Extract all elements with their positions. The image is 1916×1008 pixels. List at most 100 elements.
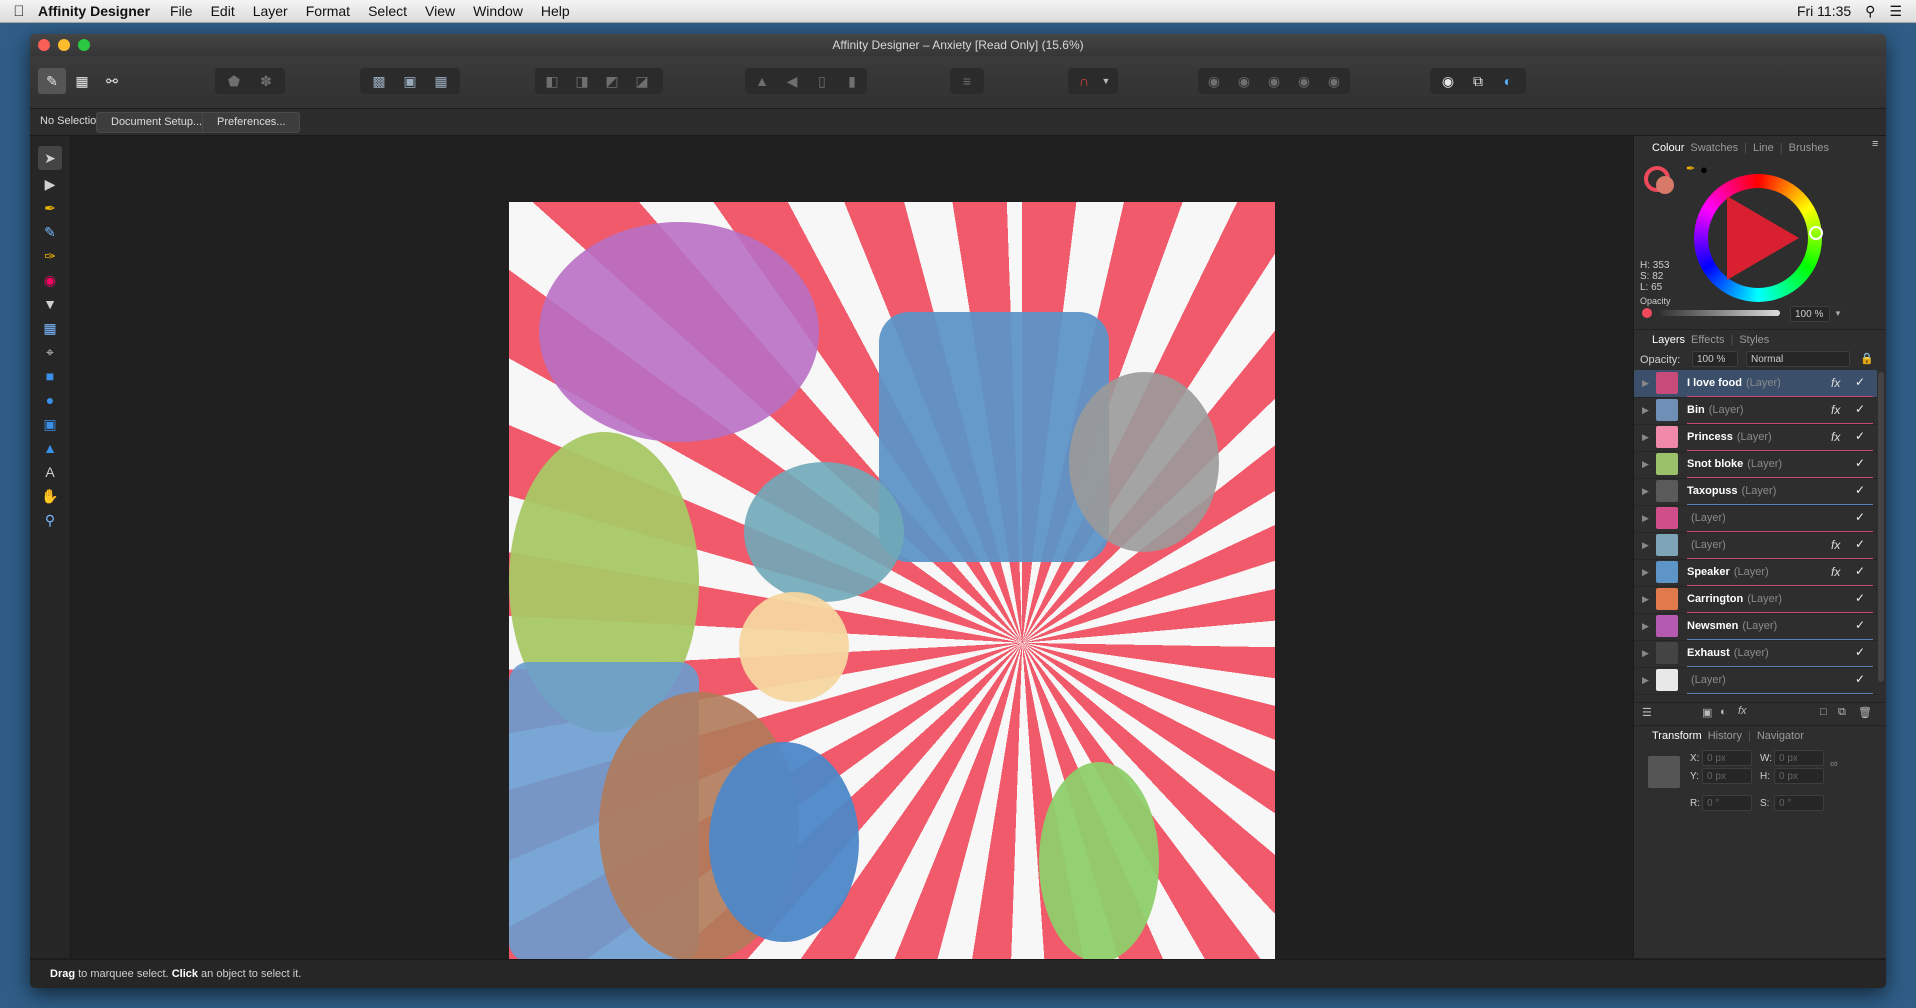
node-tool-icon[interactable]: ▶	[38, 172, 62, 196]
expand-layer-icon[interactable]: ▶	[1642, 675, 1649, 686]
tab-brushes[interactable]: Brushes	[1789, 142, 1829, 154]
delete-layer-icon[interactable]: 🗑	[1858, 706, 1872, 719]
triangle-tool-icon[interactable]: ▲	[38, 436, 62, 460]
layer-fx-icon[interactable]: fx	[1831, 403, 1840, 417]
expand-layer-icon[interactable]: ▶	[1642, 486, 1649, 497]
tab-transform[interactable]: Transform	[1652, 730, 1702, 742]
opacity-slider[interactable]	[1660, 310, 1780, 316]
context-icon[interactable]: ◐	[1494, 68, 1522, 94]
rounded-rectangle-tool-icon[interactable]: ▣	[38, 412, 62, 436]
layer-visibility-checkbox[interactable]: ✓	[1855, 591, 1865, 605]
send-to-back-icon[interactable]: ◧	[538, 68, 566, 94]
w-field[interactable]: 0 px	[1774, 750, 1824, 766]
layer-visibility-checkbox[interactable]: ✓	[1855, 618, 1865, 632]
divide-icon[interactable]: ◉	[1320, 68, 1348, 94]
tab-colour[interactable]: Colour	[1652, 142, 1684, 154]
menu-file[interactable]: File	[170, 3, 193, 19]
expand-layer-icon[interactable]: ▶	[1642, 432, 1649, 443]
expand-layer-icon[interactable]: ▶	[1642, 594, 1649, 605]
layer-row[interactable]: ▶ (Layer) ✓	[1634, 505, 1877, 533]
assistant-icon[interactable]: ✽	[252, 68, 280, 94]
menu-window[interactable]: Window	[473, 3, 523, 19]
align-icon[interactable]: ≡	[953, 68, 981, 94]
pencil-tool-icon[interactable]: ✎	[38, 220, 62, 244]
subtract-icon[interactable]: ◉	[1230, 68, 1258, 94]
layer-row[interactable]: ▶ Exhaust (Layer) ✓	[1634, 640, 1877, 668]
menu-select[interactable]: Select	[368, 3, 407, 19]
rotate-left-icon[interactable]: ▯	[808, 68, 836, 94]
layer-fx-icon[interactable]: fx	[1831, 376, 1840, 390]
y-field[interactable]: 0 px	[1702, 768, 1752, 784]
layer-fx-icon[interactable]: fx	[1831, 565, 1840, 579]
app-menu[interactable]: Affinity Designer	[38, 3, 150, 19]
layer-visibility-checkbox[interactable]: ✓	[1855, 564, 1865, 578]
layer-row[interactable]: ▶ Speaker (Layer) fx ✓	[1634, 559, 1877, 587]
place-image-icon[interactable]: ▦	[38, 316, 62, 340]
artboard-illustration[interactable]	[509, 202, 1275, 962]
hand-tool-icon[interactable]: ✋	[38, 484, 62, 508]
layer-row[interactable]: ▶ Princess (Layer) fx ✓	[1634, 424, 1877, 452]
copy-icon[interactable]: ⧉	[1464, 68, 1492, 94]
spotlight-icon[interactable]: ⚲	[1865, 3, 1875, 20]
layer-visibility-checkbox[interactable]: ✓	[1855, 483, 1865, 497]
layer-row[interactable]: ▶ Bin (Layer) fx ✓	[1634, 397, 1877, 425]
layer-visibility-checkbox[interactable]: ✓	[1855, 429, 1865, 443]
tab-line[interactable]: Line	[1753, 142, 1774, 154]
lock-icon[interactable]: 🔒	[1860, 352, 1874, 365]
layer-row[interactable]: ▶ I love food (Layer) fx ✓	[1634, 370, 1877, 398]
layers-stack-icon[interactable]: ☰	[1642, 706, 1652, 719]
layer-row[interactable]: ▶ Newsmen (Layer) ✓	[1634, 613, 1877, 641]
ellipse-tool-icon[interactable]: ●	[38, 388, 62, 412]
tab-swatches[interactable]: Swatches	[1690, 142, 1738, 154]
layer-opacity-field[interactable]: 100 %	[1692, 351, 1738, 367]
tab-layers[interactable]: Layers	[1652, 334, 1685, 346]
mask-icon[interactable]: ▣	[1702, 706, 1712, 719]
expand-layer-icon[interactable]: ▶	[1642, 621, 1649, 632]
layer-row[interactable]: ▶ (Layer) ✓	[1634, 667, 1877, 695]
expand-layer-icon[interactable]: ▶	[1642, 378, 1649, 389]
shear-field[interactable]: 0 °	[1774, 795, 1824, 811]
text-tool-icon[interactable]: A	[38, 460, 62, 484]
apple-icon[interactable]: 	[0, 3, 38, 20]
menu-edit[interactable]: Edit	[211, 3, 235, 19]
fx-icon[interactable]: fx	[1738, 705, 1747, 717]
snapping-dropdown-icon[interactable]: ▼	[1092, 68, 1120, 94]
crop-tool-icon[interactable]: ⌖	[38, 340, 62, 364]
layer-visibility-checkbox[interactable]: ✓	[1855, 537, 1865, 551]
select-same-icon[interactable]: ▦	[427, 68, 455, 94]
expand-layer-icon[interactable]: ▶	[1642, 405, 1649, 416]
x-field[interactable]: 0 px	[1702, 750, 1752, 766]
rectangle-tool-icon[interactable]: ■	[38, 364, 62, 388]
menu-view[interactable]: View	[425, 3, 455, 19]
opacity-dropdown-icon[interactable]: ▼	[1834, 309, 1842, 318]
h-field[interactable]: 0 px	[1774, 768, 1824, 784]
transparency-tool-icon[interactable]: ▼	[38, 292, 62, 316]
menu-help[interactable]: Help	[541, 3, 570, 19]
flip-horizontal-icon[interactable]: ▲	[748, 68, 776, 94]
black-swatch-icon[interactable]: ●	[1700, 162, 1708, 177]
xor-icon[interactable]: ◉	[1290, 68, 1318, 94]
layer-row[interactable]: ▶ Taxopuss (Layer) ✓	[1634, 478, 1877, 506]
brush-tool-icon[interactable]: ✑	[38, 244, 62, 268]
layer-row[interactable]: ▶ Carrington (Layer) ✓	[1634, 586, 1877, 614]
expand-layer-icon[interactable]: ▶	[1642, 648, 1649, 659]
tab-effects[interactable]: Effects	[1691, 334, 1724, 346]
flip-vertical-icon[interactable]: ◀	[778, 68, 806, 94]
pixel-persona-icon[interactable]: ▦	[68, 68, 96, 94]
anchor-selector[interactable]	[1648, 756, 1680, 788]
colour-wheel[interactable]	[1694, 174, 1823, 302]
zoom-window-button[interactable]	[78, 39, 90, 51]
designer-persona-icon[interactable]: ✎	[38, 68, 66, 94]
hue-handle[interactable]	[1809, 226, 1823, 240]
add-layer-icon[interactable]: □	[1820, 706, 1827, 718]
tab-history[interactable]: History	[1708, 730, 1742, 742]
fill-tool-icon[interactable]: ◉	[38, 268, 62, 292]
clock[interactable]: Fri 11:35	[1797, 3, 1851, 19]
layer-row[interactable]: ▶ (Layer) fx ✓	[1634, 532, 1877, 560]
expand-layer-icon[interactable]: ▶	[1642, 567, 1649, 578]
send-backward-icon[interactable]: ◨	[568, 68, 596, 94]
pen-tool-icon[interactable]: ✒	[38, 196, 62, 220]
expand-layer-icon[interactable]: ▶	[1642, 513, 1649, 524]
layers-scrollbar[interactable]	[1878, 372, 1884, 682]
rotation-field[interactable]: 0 °	[1702, 795, 1752, 811]
